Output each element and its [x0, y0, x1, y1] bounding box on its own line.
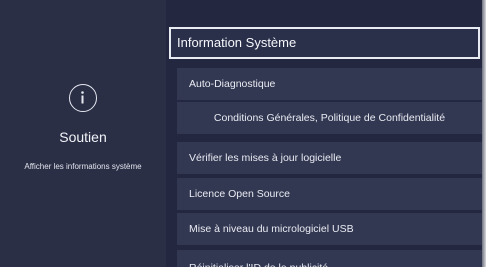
menu-item-check-software-updates[interactable]: Vérifier les mises à jour logicielle: [177, 142, 482, 174]
menu-item-self-diagnosis[interactable]: Auto-Diagnostique: [177, 68, 482, 100]
menu-item-usb-firmware-upgrade[interactable]: Mise à niveau du micrologiciel USB: [177, 213, 482, 245]
support-title: Soutien: [59, 129, 107, 145]
screenshot-frame: Soutien Afficher les informations systèm…: [0, 0, 486, 267]
menu-header-system-information[interactable]: Information Système: [169, 27, 480, 59]
menu-item-terms-privacy[interactable]: Conditions Générales, Politique de Confi…: [177, 102, 482, 134]
support-panel: Soutien Afficher les informations systèm…: [0, 0, 166, 267]
menu-item-open-source-license[interactable]: Licence Open Source: [177, 178, 482, 210]
right-edge-shadow: [482, 0, 486, 267]
support-description: Afficher les informations système: [24, 162, 142, 171]
menu-item-reset-advertising-id[interactable]: Réinitialiser l'ID de la publicité: [177, 250, 482, 267]
info-circle-icon: [69, 84, 97, 112]
tv-settings-screen: Soutien Afficher les informations systèm…: [0, 0, 482, 267]
system-info-menu: Information Système Auto-Diagnostique Co…: [166, 0, 482, 267]
